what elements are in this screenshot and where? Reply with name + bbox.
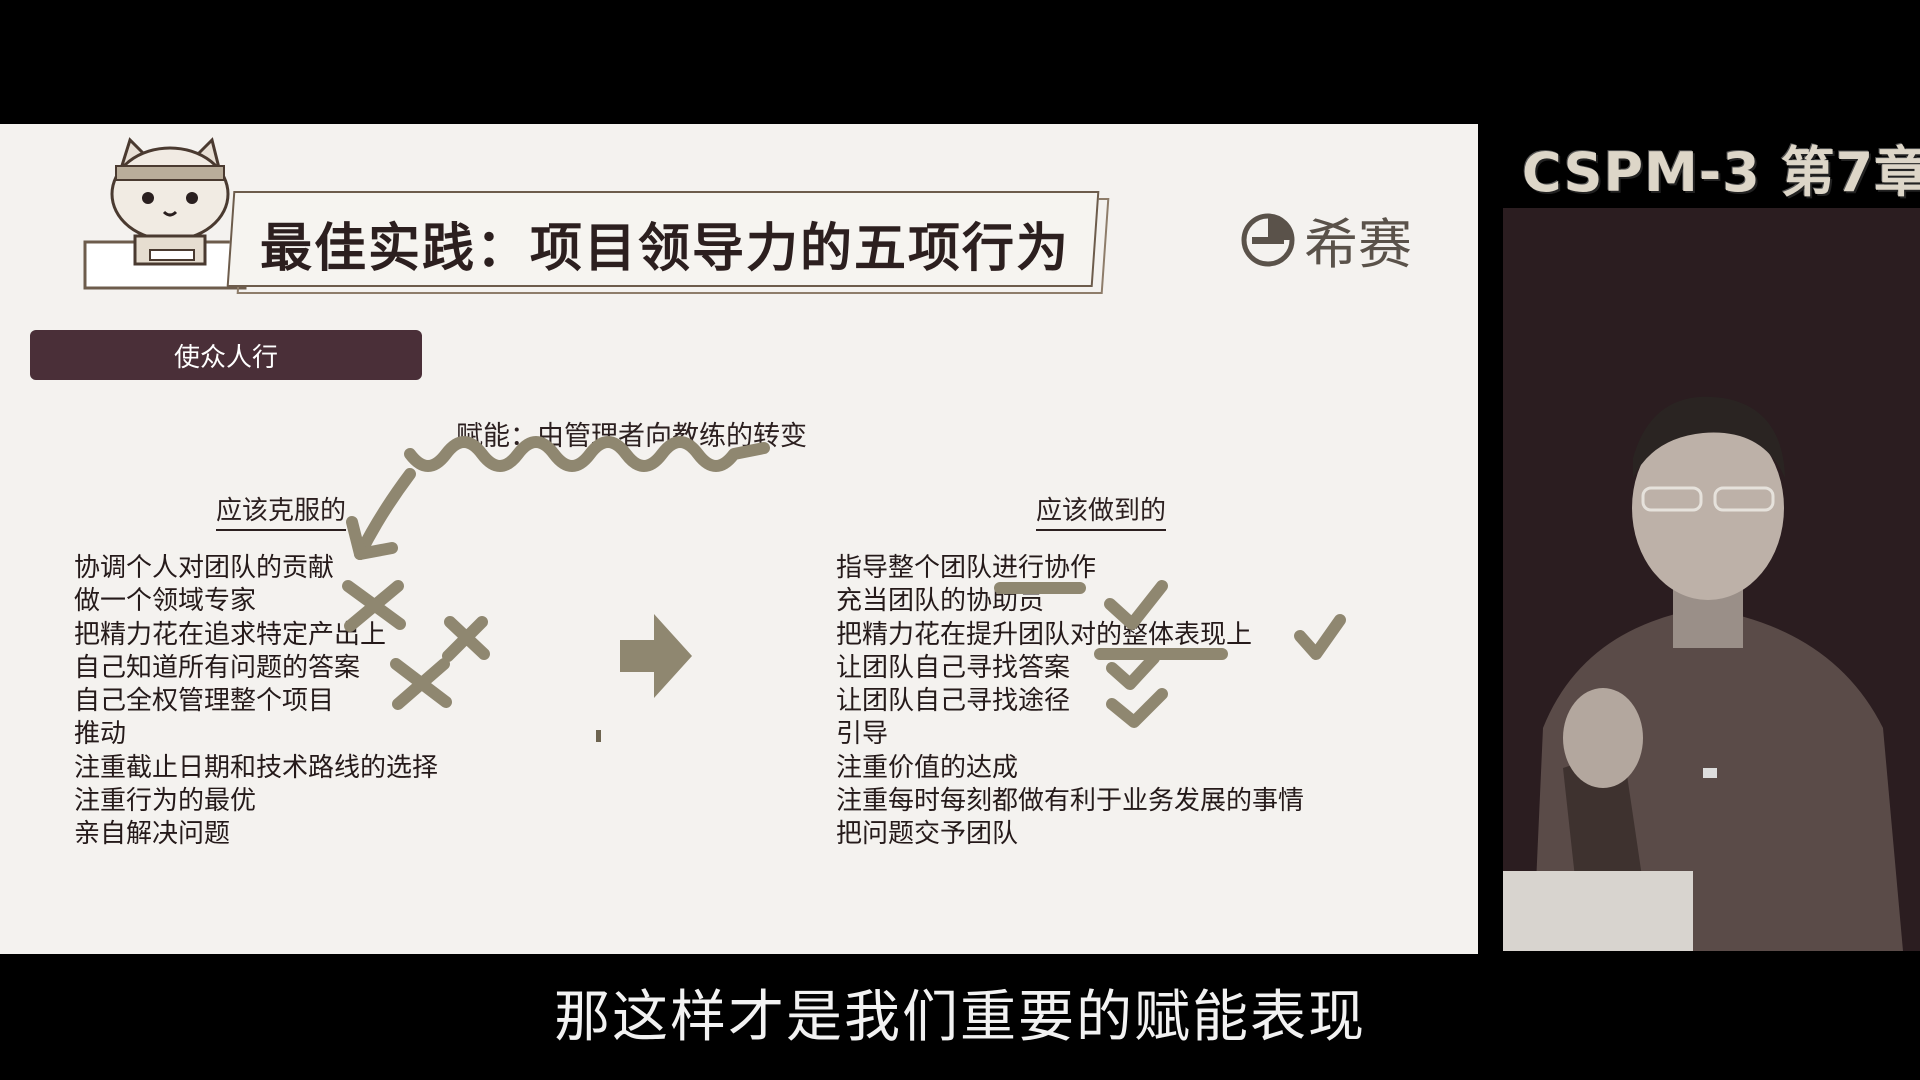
- check-mark-annotation: [1294, 614, 1346, 660]
- list-item: 充当团队的协助员: [836, 586, 1045, 617]
- list-item: 让团队自己寻找途径: [836, 686, 1071, 717]
- list-item: 协调个人对团队的贡献: [74, 553, 335, 583]
- brand-mark-icon: [1241, 213, 1295, 266]
- left-column-heading: 应该克服的: [216, 490, 347, 531]
- list-item: 把精力花在提升团队对的整体表现上: [836, 619, 1253, 650]
- list-item: 注重每时每刻都做有利于业务发展的事情: [836, 786, 1305, 817]
- presenter-video: [1503, 208, 1920, 951]
- brand-name: 希赛: [1304, 213, 1412, 276]
- list-item: 把问题交予团队: [836, 819, 1019, 850]
- curved-arrow-annotation: [354, 468, 416, 560]
- list-item: 注重行为的最优: [74, 786, 257, 817]
- brand-logo: 希赛: [1240, 200, 1412, 279]
- list-item: 自己知道所有问题的答案: [74, 652, 361, 683]
- subtitle-caption: 那这样才是我们重要的赋能表现: [554, 985, 1366, 1050]
- list-item: 自己全权管理整个项目: [74, 686, 335, 717]
- list-item: 指导整个团队进行协作: [836, 553, 1097, 583]
- slide: 最佳实践：项目领导力的五项行为 希赛 使众人行 赋能：由管理者向教练的转变 应该…: [0, 124, 1478, 954]
- right-column-heading: 应该做到的: [1036, 490, 1167, 531]
- cross-mark-annotation: [442, 616, 490, 662]
- list-item: 注重截止日期和技术路线的选择: [74, 752, 439, 783]
- overcome-list: 协调个人对团队的贡献 做一个领域专家 把精力花在追求特定产出上 自己知道所有问题…: [74, 552, 438, 852]
- presenter-figure: [1503, 208, 1920, 951]
- slide-title: 最佳实践：项目领导力的五项行为: [260, 219, 1071, 279]
- slide-subtitle: 赋能：由管理者向教练的转变: [456, 421, 807, 452]
- list-item: 亲自解决问题: [74, 819, 231, 850]
- section-label: 使众人行: [30, 330, 422, 380]
- list-item: 让团队自己寻找答案: [836, 652, 1071, 683]
- list-item: 做一个领域专家: [74, 586, 257, 617]
- list-item: 推动: [74, 719, 127, 750]
- chapter-label: CSPM-3 第7章: [1522, 141, 1920, 204]
- list-item: 注重价值的达成: [836, 752, 1019, 783]
- list-item: 把精力花在追求特定产出上: [74, 619, 387, 650]
- right-arrow-icon: [620, 614, 692, 698]
- achieve-list: 指导整个团队进行协作 充当团队的协助员 把精力花在提升团队对的整体表现上 让团队…: [836, 552, 1304, 852]
- list-item: 引导: [836, 719, 889, 750]
